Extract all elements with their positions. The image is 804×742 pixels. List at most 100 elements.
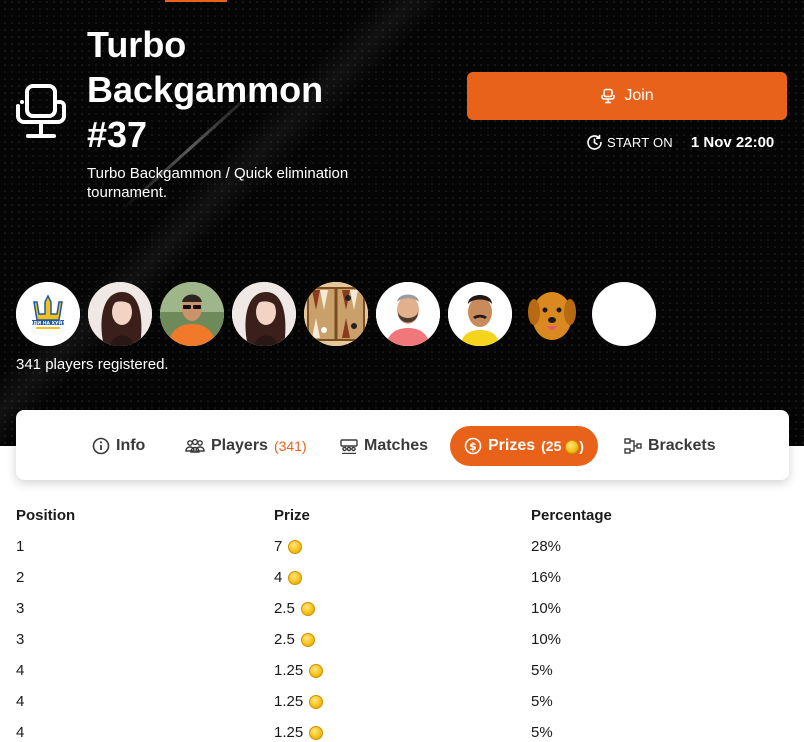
coin-icon (288, 539, 303, 554)
start-label: START ON (607, 134, 673, 150)
tab-prizes-label: Prizes (488, 437, 536, 454)
svg-text:$: $ (469, 440, 477, 453)
cell-prize: 2.5 (274, 593, 531, 624)
prize-value: 1.25 (274, 693, 304, 710)
dog-icon (528, 292, 576, 340)
cell-percentage: 16% (531, 569, 562, 586)
table-row: 4 1.25 5% (16, 686, 781, 717)
players-icon (185, 438, 205, 453)
cell-percentage: 5% (531, 724, 553, 741)
tab-info[interactable]: Info (92, 426, 145, 466)
tab-players-label: Players (211, 437, 268, 454)
matches-icon (340, 439, 358, 454)
cell-prize: 2.5 (274, 624, 531, 655)
column-header-position: Position (16, 507, 76, 524)
column-header-prize: Prize (274, 507, 310, 524)
table-row: 1 7 28% (16, 531, 781, 562)
table-row: 3 2.5 10% (16, 624, 781, 655)
prize-amount: 2.5 (274, 631, 531, 648)
tab-brackets[interactable]: Brackets (624, 426, 716, 466)
cell-percentage: 5% (531, 662, 553, 679)
tab-players-count: (341) (273, 438, 307, 454)
cell-position: 4 (16, 693, 25, 710)
cell-position: 2 (16, 569, 25, 586)
table-row: 4 1.25 5% (16, 717, 781, 742)
cell-percentage: 28% (531, 538, 562, 555)
chair-icon (16, 84, 66, 138)
woman-avatar-icon (232, 282, 296, 346)
join-icon (601, 88, 616, 104)
tournament-title: Turbo Backgammon #37 (87, 24, 324, 155)
top-accent-line (165, 0, 227, 2)
tab-brackets-label: Brackets (648, 437, 716, 454)
brackets-icon (624, 438, 642, 454)
join-label: Join (624, 87, 654, 104)
prize-value: 2.5 (274, 631, 295, 648)
cell-position: 3 (16, 600, 25, 617)
tab-players[interactable]: Players (341) (185, 426, 307, 466)
avatar-man-beard[interactable] (376, 282, 440, 346)
cell-prize: 1.25 (274, 686, 531, 717)
tab-info-label: Info (116, 437, 146, 454)
tab-matches[interactable]: Matches (340, 426, 428, 466)
coin-icon (300, 601, 315, 616)
prize-amount: 1.25 (274, 724, 531, 741)
dollar-icon: $ (464, 437, 482, 455)
tab-prizes[interactable]: $ Prizes (25 ) (450, 426, 598, 466)
prize-value: 1.25 (274, 662, 304, 679)
cell-position: 1 (16, 538, 25, 555)
avatar-flag[interactable]: ІДИ НА ХУЙ! (16, 282, 80, 346)
coin-icon (300, 632, 315, 647)
avatar-man-mustache[interactable] (448, 282, 512, 346)
trident-flag-icon: ІДИ НА ХУЙ! (16, 282, 80, 346)
prize-amount: 1.25 (274, 693, 531, 710)
cell-prize: 4 (274, 562, 531, 593)
avatar-woman-2[interactable] (232, 282, 296, 346)
avatar-woman-1[interactable] (88, 282, 152, 346)
tab-prizes-count: (25 ) (541, 437, 584, 455)
prize-value: 2.5 (274, 600, 295, 617)
avatar-man-sunglasses[interactable] (160, 282, 224, 346)
tournament-tabs: Info Players (341) Matches $ Prizes (25 … (16, 410, 789, 480)
start-value: 1 Nov 22:00 (690, 133, 775, 151)
man-beard-icon (376, 282, 440, 346)
woman-avatar-icon (88, 282, 152, 346)
cell-percentage: 5% (531, 693, 553, 710)
tournament-subtitle: Turbo Backgammon / Quick elimination tou… (87, 165, 349, 201)
coin-icon (565, 440, 580, 455)
column-header-percentage: Percentage (531, 507, 612, 524)
table-row: 2 4 16% (16, 562, 781, 593)
tournament-hero: Turbo Backgammon #37 Turbo Backgammon / … (0, 0, 804, 446)
cell-percentage: 10% (531, 600, 562, 617)
prize-amount: 7 (274, 538, 531, 555)
backgammon-board-icon (304, 282, 368, 346)
prizes-table: Position Prize Percentage 1 7 28% 2 4 16% 3 2.5… (16, 500, 781, 742)
prize-value: 1.25 (274, 724, 304, 741)
player-avatars: ІДИ НА ХУЙ! (16, 282, 656, 346)
cell-prize: 1.25 (274, 717, 531, 742)
join-button[interactable]: Join (467, 72, 787, 120)
start-time: START ON 1 Nov 22:00 (586, 132, 774, 152)
cell-prize: 1.25 (274, 655, 531, 686)
avatar-dog[interactable] (520, 282, 584, 346)
prize-amount: 2.5 (274, 600, 531, 617)
cell-position: 4 (16, 724, 25, 741)
players-registered: 341 players registered. (16, 356, 169, 373)
table-row: 4 1.25 5% (16, 655, 781, 686)
avatar-blank[interactable] (592, 282, 656, 346)
coin-icon (309, 663, 324, 678)
info-icon (92, 437, 110, 455)
table-row: 3 2.5 10% (16, 593, 781, 624)
prize-amount: 4 (274, 569, 531, 586)
table-header-row: Position Prize Percentage (16, 500, 781, 531)
prize-amount: 1.25 (274, 662, 531, 679)
prizes-table-body: 1 7 28% 2 4 16% 3 2.5 10% 3 2.5 10% 4 1.25 5% 4 1.25 5% 4 1… (16, 531, 781, 742)
tab-matches-label: Matches (364, 437, 429, 454)
coin-icon (309, 725, 324, 740)
cell-percentage: 10% (531, 631, 562, 648)
man-mustache-icon (448, 282, 512, 346)
coin-icon (288, 570, 303, 585)
man-sunglasses-icon (160, 282, 224, 346)
prize-value: 7 (274, 538, 283, 555)
avatar-backgammon-board[interactable] (304, 282, 368, 346)
